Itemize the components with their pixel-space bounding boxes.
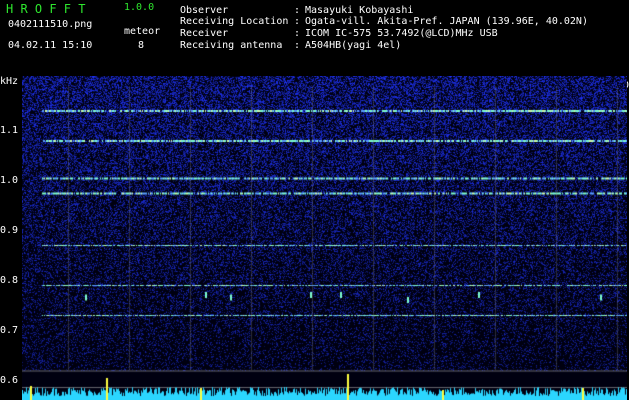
- observer-value: Masayuki Kobayashi: [305, 5, 414, 16]
- app-version: 1.0.0: [124, 2, 155, 13]
- y-tick-label: 0.6: [0, 375, 19, 386]
- location-sep: :: [294, 16, 301, 27]
- y-axis-unit: kHz: [0, 76, 19, 87]
- receiver-label: Receiver: [180, 28, 229, 39]
- antenna-value: A504HB(yagi 4el): [305, 40, 402, 51]
- receiver-value: ICOM IC-575 53.7492(@LCD)MHz USB: [305, 28, 498, 39]
- location-value: Ogata-vill. Akita-Pref. JAPAN (139.96E, …: [305, 16, 588, 27]
- observer-sep: :: [294, 5, 301, 16]
- antenna-sep: :: [294, 40, 301, 51]
- observation-datetime: 04.02.11 15:10: [8, 40, 93, 51]
- y-tick-label: 0.7: [0, 325, 19, 336]
- y-tick-label: 1.0: [0, 175, 19, 186]
- receiver-sep: :: [294, 28, 301, 39]
- meteor-count: 8: [138, 40, 145, 51]
- y-tick-label: 1.1: [0, 125, 19, 136]
- file-name: 0402111510.png: [8, 19, 93, 30]
- spectrogram: [22, 76, 627, 400]
- observer-label: Observer: [180, 5, 229, 16]
- location-label: Receiving Location: [180, 16, 289, 27]
- y-tick-label: 0.9: [0, 225, 19, 236]
- app-title: H R O F F T: [6, 2, 86, 16]
- y-tick-label: 0.8: [0, 275, 19, 286]
- antenna-label: Receiving antenna: [180, 40, 283, 51]
- meteor-label: meteor: [124, 26, 161, 37]
